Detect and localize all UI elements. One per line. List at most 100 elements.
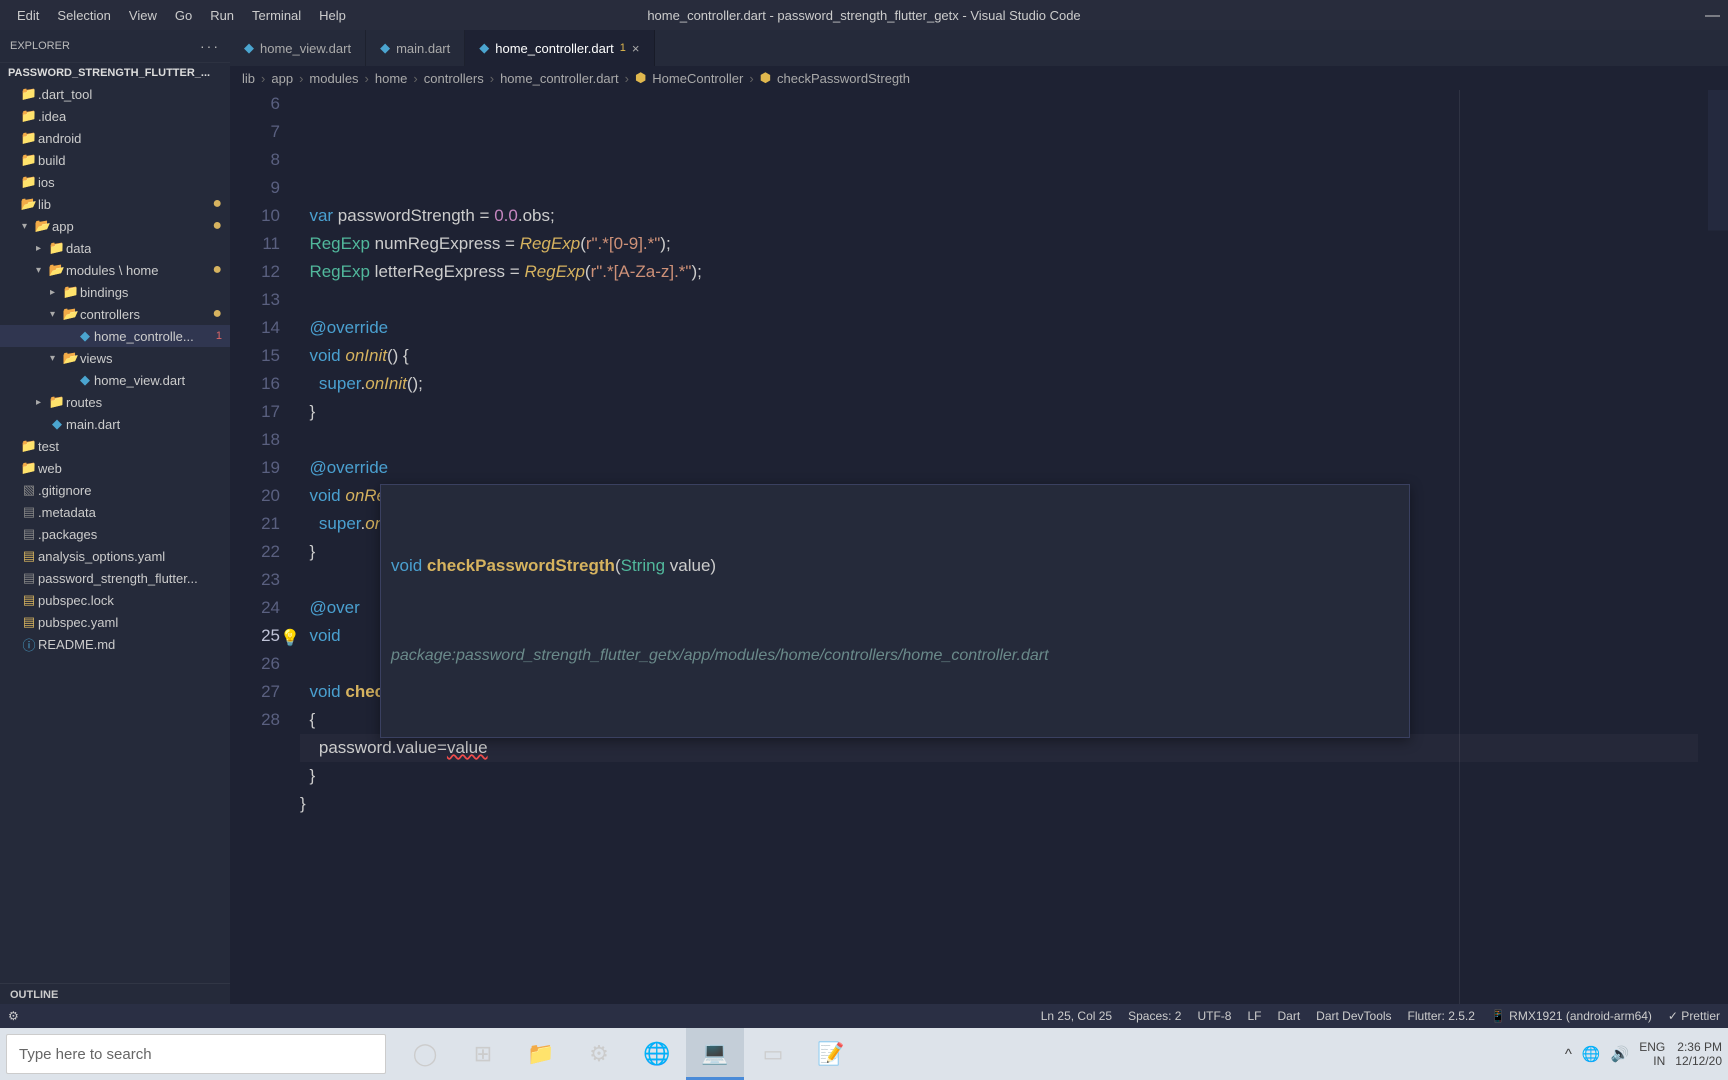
window-title: home_controller.dart - password_strength… xyxy=(647,8,1080,23)
tree-item[interactable]: ▤password_strength_flutter... xyxy=(0,567,230,589)
breadcrumb-symbol[interactable]: checkPasswordStregth xyxy=(777,71,910,86)
tree-item[interactable]: ◆home_controlle...1 xyxy=(0,325,230,347)
tree-item[interactable]: ▸📁routes xyxy=(0,391,230,413)
menu-edit[interactable]: Edit xyxy=(8,4,48,27)
taskbar-app[interactable]: 🌐 xyxy=(628,1028,686,1080)
breadcrumb-part[interactable]: home xyxy=(375,71,408,86)
status-item[interactable]: Flutter: 2.5.2 xyxy=(1408,1009,1475,1023)
code-line[interactable]: } xyxy=(300,398,1698,426)
code-line[interactable] xyxy=(300,818,1698,846)
breadcrumb-symbol[interactable]: HomeController xyxy=(652,71,743,86)
tree-item[interactable]: ▧.gitignore xyxy=(0,479,230,501)
breadcrumb-part[interactable]: home_controller.dart xyxy=(500,71,619,86)
tree-item[interactable]: ▾📂views xyxy=(0,347,230,369)
menu-go[interactable]: Go xyxy=(166,4,201,27)
code-line[interactable]: RegExp letterRegExpress = RegExp(r".*[A-… xyxy=(300,258,1698,286)
system-tray[interactable]: ^ 🌐 🔊 ENG IN 2:36 PM 12/12/20 xyxy=(1565,1040,1728,1068)
tree-item[interactable]: 📁build xyxy=(0,149,230,171)
tree-item[interactable]: ▸📁bindings xyxy=(0,281,230,303)
editor-tab[interactable]: ◆home_view.dart xyxy=(230,30,366,66)
language-indicator[interactable]: ENG IN xyxy=(1639,1040,1665,1068)
volume-icon[interactable]: 🔊 xyxy=(1611,1045,1630,1063)
status-item[interactable]: Ln 25, Col 25 xyxy=(1041,1009,1112,1023)
taskbar-app[interactable]: 💻 xyxy=(686,1028,744,1080)
menu-terminal[interactable]: Terminal xyxy=(243,4,310,27)
menu-run[interactable]: Run xyxy=(201,4,243,27)
tree-item[interactable]: 📂lib● xyxy=(0,193,230,215)
project-header[interactable]: PASSWORD_STRENGTH_FLUTTER_... xyxy=(0,62,230,83)
code-editor[interactable]: 678910111213141516171819202122232425💡262… xyxy=(230,90,1728,1028)
breadcrumb-part[interactable]: app xyxy=(271,71,293,86)
tree-item[interactable]: ▤pubspec.yaml xyxy=(0,611,230,633)
clock[interactable]: 2:36 PM 12/12/20 xyxy=(1675,1040,1722,1068)
tree-item[interactable]: ◆main.dart xyxy=(0,413,230,435)
tree-item[interactable]: 📁web xyxy=(0,457,230,479)
editor-tab[interactable]: ◆home_controller.dart1× xyxy=(465,30,654,66)
tree-item[interactable]: ▾📂modules \ home● xyxy=(0,259,230,281)
file-icon: 📁 xyxy=(48,240,66,256)
tree-item[interactable]: ▤analysis_options.yaml xyxy=(0,545,230,567)
tree-item[interactable]: 📁.idea xyxy=(0,105,230,127)
status-item[interactable]: Dart xyxy=(1278,1009,1301,1023)
minimap[interactable] xyxy=(1708,90,1728,1028)
taskbar-app[interactable]: ▭ xyxy=(744,1028,802,1080)
breadcrumb-part[interactable]: controllers xyxy=(424,71,484,86)
tree-item[interactable]: ▸📁data xyxy=(0,237,230,259)
code-line[interactable]: } xyxy=(300,762,1698,790)
breadcrumb-part[interactable]: lib xyxy=(242,71,255,86)
code-line[interactable]: var passwordStrength = 0.0.obs; xyxy=(300,202,1698,230)
tree-item[interactable]: 📁android xyxy=(0,127,230,149)
breadcrumb-part[interactable]: modules xyxy=(309,71,358,86)
tree-item[interactable]: ⓘREADME.md xyxy=(0,633,230,655)
tree-label: ios xyxy=(38,175,55,190)
code-line[interactable]: RegExp numRegExpress = RegExp(r".*[0-9].… xyxy=(300,230,1698,258)
outline-section[interactable]: OUTLINE xyxy=(0,984,230,1006)
tree-item[interactable]: ▾📂controllers● xyxy=(0,303,230,325)
tree-item[interactable]: ▾📂app● xyxy=(0,215,230,237)
code-line[interactable]: super.onInit(); xyxy=(300,370,1698,398)
code-line[interactable] xyxy=(300,286,1698,314)
tree-item[interactable]: 📁test xyxy=(0,435,230,457)
status-item[interactable]: Spaces: 2 xyxy=(1128,1009,1181,1023)
file-icon: 📁 xyxy=(20,108,38,124)
tree-item[interactable]: 📁ios xyxy=(0,171,230,193)
menu-help[interactable]: Help xyxy=(310,4,355,27)
close-icon[interactable]: × xyxy=(632,41,640,56)
taskbar-app[interactable]: 📁 xyxy=(512,1028,570,1080)
code-line[interactable]: @override xyxy=(300,314,1698,342)
taskbar-app[interactable]: 📝 xyxy=(802,1028,860,1080)
network-icon[interactable]: 🌐 xyxy=(1582,1045,1601,1063)
chevron-up-icon[interactable]: ^ xyxy=(1565,1046,1572,1063)
code-line[interactable]: } xyxy=(300,790,1698,818)
menu-selection[interactable]: Selection xyxy=(48,4,119,27)
status-item[interactable]: Dart DevTools xyxy=(1316,1009,1391,1023)
file-icon: 📂 xyxy=(48,262,66,278)
status-item[interactable]: 📱 RMX1921 (android-arm64) xyxy=(1491,1009,1652,1023)
tree-item[interactable]: ◆home_view.dart xyxy=(0,369,230,391)
code-content[interactable]: void checkPasswordStregth(String value) … xyxy=(300,90,1728,1028)
tooltip-signature: void checkPasswordStregth(String value) xyxy=(391,551,1399,581)
explorer-panel: EXPLORER ··· PASSWORD_STRENGTH_FLUTTER_.… xyxy=(0,30,230,1028)
taskbar-app[interactable]: ⊞ xyxy=(454,1028,512,1080)
code-line[interactable]: void onInit() { xyxy=(300,342,1698,370)
taskbar-app[interactable]: ⚙ xyxy=(570,1028,628,1080)
menu-view[interactable]: View xyxy=(120,4,166,27)
editor-tab[interactable]: ◆main.dart xyxy=(366,30,465,66)
code-line[interactable] xyxy=(300,426,1698,454)
taskbar-app[interactable]: ◯ xyxy=(396,1028,454,1080)
status-item[interactable]: ⚙ xyxy=(8,1009,19,1023)
code-line[interactable]: password.value=value xyxy=(300,734,1698,762)
tree-item[interactable]: ▤pubspec.lock xyxy=(0,589,230,611)
lightbulb-icon[interactable]: 💡 xyxy=(280,625,300,653)
minimize-button[interactable]: — xyxy=(1705,7,1720,24)
tree-item[interactable]: ▤.packages xyxy=(0,523,230,545)
tree-item[interactable]: ▤.metadata xyxy=(0,501,230,523)
more-icon[interactable]: ··· xyxy=(200,38,220,54)
tree-item[interactable]: 📁.dart_tool xyxy=(0,83,230,105)
status-item[interactable]: ✓ Prettier xyxy=(1668,1009,1720,1023)
code-line[interactable]: @override xyxy=(300,454,1698,482)
status-item[interactable]: UTF-8 xyxy=(1197,1009,1231,1023)
search-box[interactable]: Type here to search xyxy=(6,1034,386,1074)
breadcrumb[interactable]: lib›app›modules›home›controllers›home_co… xyxy=(230,66,1728,90)
status-item[interactable]: LF xyxy=(1247,1009,1261,1023)
